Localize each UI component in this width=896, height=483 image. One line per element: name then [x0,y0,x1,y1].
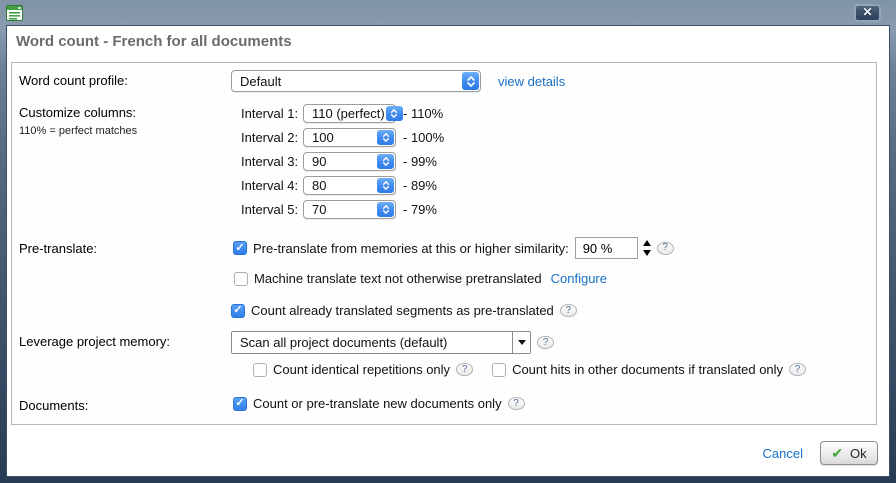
interval-3-label: Interval 3: [241,154,303,169]
stepper-icon [462,72,479,90]
interval-row-5: Interval 5: 70 - 79% [241,200,437,219]
title-bar: ✕ [0,0,896,26]
machine-translate-checkbox[interactable] [234,272,248,286]
leverage-select-value: Scan all project documents (default) [232,332,512,353]
interval-row-4: Interval 4: 80 - 89% [241,176,437,195]
interval-4-range: - 89% [403,178,437,193]
interval-row-2: Interval 2: 100 - 100% [241,128,444,147]
interval-1-select[interactable]: 110 (perfect) [303,104,396,123]
profile-select[interactable]: Default [231,70,481,92]
new-documents-checkbox-label[interactable]: Count or pre-translate new documents onl… [253,396,502,411]
leverage-row: Scan all project documents (default) ? [231,331,554,354]
help-icon[interactable]: ? [560,304,577,317]
stepper-icon [377,154,394,169]
similarity-checkbox[interactable]: ✓ [233,241,247,255]
similarity-input[interactable] [575,237,638,259]
interval-3-range: - 99% [403,154,437,169]
count-translated-checkbox[interactable]: ✓ [231,304,245,318]
leverage-options-row: Count identical repetitions only ? Count… [253,362,806,377]
interval-2-label: Interval 2: [241,130,303,145]
interval-1-range: - 110% [403,106,443,121]
check-icon: ✓ [235,243,244,254]
interval-2-range: - 100% [403,130,444,145]
ok-button-label: Ok [850,446,867,461]
machine-translate-row: Machine translate text not otherwise pre… [234,271,607,286]
interval-2-select[interactable]: 100 [303,128,396,147]
cancel-button[interactable]: Cancel [763,446,803,461]
profile-label: Word count profile: [19,73,128,88]
help-icon[interactable]: ? [537,336,554,349]
spinner-up-icon[interactable] [643,240,651,246]
ok-button[interactable]: ✔ Ok [820,441,878,465]
check-icon: ✓ [233,305,242,316]
leverage-select[interactable]: Scan all project documents (default) [231,331,531,354]
similarity-spinner[interactable] [643,240,651,256]
help-icon[interactable]: ? [657,242,674,255]
interval-3-select[interactable]: 90 [303,152,396,171]
help-icon[interactable]: ? [508,397,525,410]
machine-translate-checkbox-label[interactable]: Machine translate text not otherwise pre… [254,271,542,286]
page-title: Word count - French for all documents [16,33,292,50]
stepper-icon [377,202,394,217]
view-details-link[interactable]: view details [498,74,565,89]
interval-1-label: Interval 1: [241,106,303,121]
stepper-icon [377,178,394,193]
customize-note: 110% = perfect matches [19,125,137,137]
interval-5-select[interactable]: 70 [303,200,396,219]
word-count-dialog: Word count - French for all documents Wo… [7,26,889,476]
count-translated-row: ✓ Count already translated segments as p… [231,303,577,318]
chevron-down-icon[interactable] [512,332,530,353]
similarity-row: ✓ Pre-translate from memories at this or… [233,237,674,259]
interval-row-3: Interval 3: 90 - 99% [241,152,437,171]
ok-check-icon: ✔ [831,446,843,460]
identical-repetitions-checkbox[interactable] [253,363,267,377]
spinner-down-icon[interactable] [643,250,651,256]
count-translated-checkbox-label[interactable]: Count already translated segments as pre… [251,303,554,318]
leverage-label: Leverage project memory: [19,334,170,349]
customize-label: Customize columns: [19,105,136,120]
hits-other-documents-label[interactable]: Count hits in other documents if transla… [512,362,783,377]
dialog-footer: Cancel ✔ Ok [763,441,878,465]
interval-row-1: Interval 1: 110 (perfect) - 110% [241,104,443,123]
stepper-icon [377,130,394,145]
close-icon[interactable]: ✕ [854,4,881,22]
documents-label: Documents: [19,398,88,413]
interval-4-label: Interval 4: [241,178,303,193]
identical-repetitions-label[interactable]: Count identical repetitions only [273,362,450,377]
similarity-checkbox-label[interactable]: Pre-translate from memories at this or h… [253,241,569,256]
check-icon: ✓ [235,398,244,409]
help-icon[interactable]: ? [456,363,473,376]
documents-row: ✓ Count or pre-translate new documents o… [233,396,525,411]
pretranslate-label: Pre-translate: [19,241,97,256]
app-window-icon [6,5,23,21]
interval-5-range: - 79% [403,202,437,217]
profile-select-value: Default [240,74,281,89]
configure-link[interactable]: Configure [551,271,607,286]
settings-panel: Word count profile: Default view details… [11,62,877,425]
interval-4-select[interactable]: 80 [303,176,396,195]
hits-other-documents-checkbox[interactable] [492,363,506,377]
help-icon[interactable]: ? [789,363,806,376]
stepper-icon [386,106,403,121]
interval-5-label: Interval 5: [241,202,303,217]
new-documents-checkbox[interactable]: ✓ [233,397,247,411]
